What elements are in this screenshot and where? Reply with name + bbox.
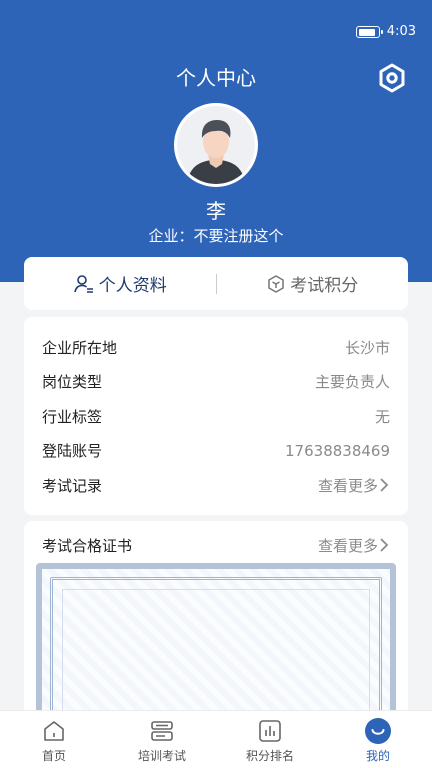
info-value: 长沙市 (344, 338, 390, 357)
info-row-exam-records[interactable]: 考试记录 查看更多 (42, 468, 390, 503)
more-link-label: 查看更多 (317, 536, 378, 555)
more-link-label: 查看更多 (317, 476, 378, 495)
user-icon (73, 274, 93, 293)
info-row-location: 企业所在地 长沙市 (42, 330, 390, 365)
info-card: 企业所在地 长沙市 岗位类型 主要负责人 行业标签 无 登陆账号 1763883… (24, 317, 408, 515)
tab-exam-points-label: 考试积分 (290, 276, 359, 296)
nav-profile[interactable]: 我的 (324, 711, 432, 768)
nav-home[interactable]: 首页 (0, 711, 108, 768)
info-label: 考试记录 (42, 476, 103, 495)
info-label: 岗位类型 (42, 373, 103, 392)
chevron-right-icon (380, 538, 389, 552)
avatar-icon (177, 106, 255, 184)
nav-label: 首页 (41, 749, 66, 763)
user-name: 李 (206, 199, 226, 223)
tab-personal-info-label: 个人资料 (98, 276, 167, 296)
settings-icon (379, 63, 405, 93)
info-value: 无 (374, 407, 390, 426)
certificate-card: 考试合格证书 查看更多 (24, 521, 408, 721)
tab-personal-info[interactable]: 个人资料 (24, 257, 216, 310)
certificate-title: 考试合格证书 (42, 536, 133, 555)
profile-icon (365, 718, 391, 744)
chart-icon (259, 720, 281, 742)
nav-ranking[interactable]: 积分排名 (216, 711, 324, 768)
info-row-account: 登陆账号 17638838469 (42, 434, 390, 469)
info-row-industry-tag: 行业标签 无 (42, 399, 390, 434)
tab-exam-points[interactable]: 考试积分 (217, 257, 409, 310)
info-value: 17638838469 (285, 441, 390, 460)
hexagon-icon (268, 274, 284, 293)
certificate-image[interactable] (36, 563, 396, 721)
home-icon (44, 721, 64, 741)
info-label: 行业标签 (42, 407, 103, 426)
book-icon (151, 721, 173, 741)
company-name: 不要注册这个 (193, 227, 284, 245)
chevron-right-icon (380, 478, 389, 492)
info-label: 登陆账号 (42, 442, 103, 461)
profile-tabs: 个人资料 考试积分 (24, 257, 408, 310)
info-row-position: 岗位类型 主要负责人 (42, 365, 390, 400)
page-title: 个人中心 (176, 66, 256, 90)
bottom-nav: 首页 培训考试 积分排名 我的 (0, 710, 432, 768)
nav-label: 积分排名 (245, 749, 294, 763)
settings-button[interactable] (376, 62, 408, 94)
exam-records-more-link[interactable]: 查看更多 (318, 475, 390, 496)
nav-label: 培训考试 (137, 749, 186, 763)
nav-training-exam[interactable]: 培训考试 (108, 711, 216, 768)
avatar[interactable] (174, 103, 258, 187)
info-value: 主要负责人 (314, 373, 390, 392)
company-info: 企业：不要注册这个 (0, 225, 432, 246)
status-time: 4:03 (386, 24, 416, 39)
company-label: 企业： (148, 227, 194, 245)
certificate-header: 考试合格证书 查看更多 (24, 521, 408, 569)
status-bar: 4:03 (0, 0, 432, 46)
battery-icon (356, 26, 383, 38)
info-label: 企业所在地 (42, 338, 118, 357)
nav-label: 我的 (365, 749, 390, 763)
certificate-more-link[interactable]: 查看更多 (318, 535, 390, 556)
